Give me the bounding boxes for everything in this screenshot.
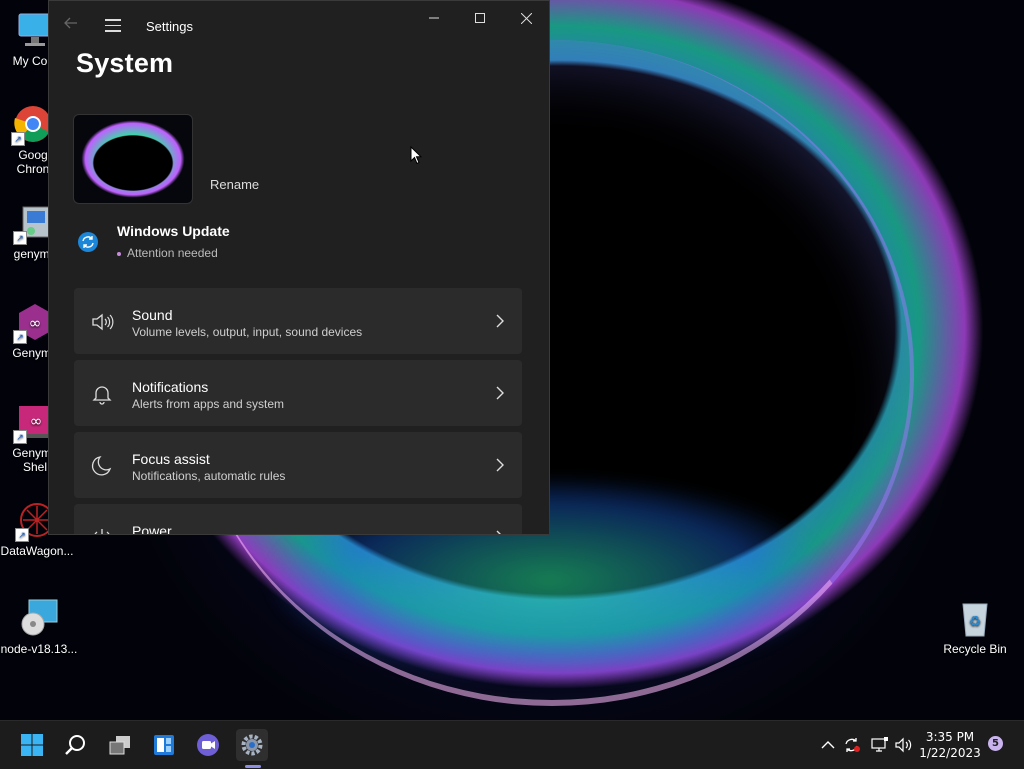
search-button[interactable] bbox=[60, 729, 92, 761]
settings-card-sound[interactable]: Sound Volume levels, output, input, soun… bbox=[74, 288, 522, 354]
desktop-icon-label: DataWagon... bbox=[0, 544, 74, 558]
show-hidden-icons-button[interactable] bbox=[820, 737, 838, 753]
network-tray-button[interactable] bbox=[871, 737, 889, 753]
back-arrow-icon[interactable] bbox=[63, 15, 83, 35]
device-wallpaper-thumbnail bbox=[73, 114, 193, 204]
recycle-bin-icon: ♻ bbox=[955, 598, 995, 638]
task-view-button[interactable] bbox=[104, 729, 136, 761]
chrome-icon: ↗ bbox=[11, 104, 53, 146]
chevron-right-icon bbox=[494, 529, 506, 534]
clock-time: 3:35 PM bbox=[925, 730, 975, 744]
chevron-up-icon bbox=[821, 741, 835, 749]
shortcut-arrow-icon: ↗ bbox=[13, 231, 27, 245]
rename-link[interactable]: Rename bbox=[210, 177, 259, 192]
maximize-button[interactable] bbox=[457, 1, 503, 35]
search-icon bbox=[65, 735, 85, 755]
speaker-icon bbox=[90, 310, 114, 334]
volume-tray-button[interactable] bbox=[895, 737, 913, 753]
chevron-right-icon bbox=[494, 385, 506, 401]
teams-chat-button[interactable] bbox=[192, 729, 224, 761]
minimize-icon bbox=[429, 17, 439, 19]
network-monitor-icon bbox=[871, 737, 888, 752]
card-description: Alerts from apps and system bbox=[132, 397, 285, 411]
desktop-icon-label: node-v18.13... bbox=[0, 642, 78, 656]
widgets-icon bbox=[154, 735, 174, 755]
notification-count-badge[interactable]: 5 bbox=[988, 736, 1003, 751]
card-description: Notifications, automatic rules bbox=[132, 469, 286, 483]
clock-date: 1/22/2023 bbox=[919, 746, 981, 760]
windows-logo-icon bbox=[21, 734, 43, 756]
gear-icon bbox=[241, 734, 263, 756]
card-title: Power bbox=[132, 523, 172, 535]
desktop-icon-label: Recycle Bin bbox=[943, 642, 1007, 656]
hamburger-menu-icon[interactable] bbox=[103, 15, 123, 35]
card-title: Notifications bbox=[132, 379, 209, 395]
settings-taskbar-button[interactable] bbox=[236, 729, 268, 761]
close-button[interactable] bbox=[503, 1, 549, 35]
volume-icon bbox=[895, 737, 912, 753]
svg-text:♻: ♻ bbox=[969, 614, 982, 630]
status-text: Attention needed bbox=[127, 246, 218, 260]
svg-text:∞: ∞ bbox=[29, 314, 42, 332]
shortcut-arrow-icon: ↗ bbox=[11, 132, 25, 146]
windows-update-sync-icon bbox=[77, 231, 99, 253]
page-title: System bbox=[76, 48, 174, 78]
power-icon bbox=[90, 526, 114, 534]
chevron-right-icon bbox=[494, 313, 506, 329]
desktop-icon-node-installer[interactable]: node-v18.13... bbox=[0, 598, 78, 656]
card-title: Focus assist bbox=[132, 451, 210, 467]
task-view-icon bbox=[109, 736, 130, 755]
shortcut-arrow-icon: ↗ bbox=[15, 528, 29, 542]
chat-camera-icon bbox=[197, 734, 219, 756]
svg-text:∞: ∞ bbox=[30, 412, 43, 430]
close-icon bbox=[520, 12, 532, 24]
settings-card-focus-assist[interactable]: Focus assist Notifications, automatic ru… bbox=[74, 432, 522, 498]
settings-card-notifications[interactable]: Notifications Alerts from apps and syste… bbox=[74, 360, 522, 426]
title-bar[interactable]: Settings bbox=[49, 1, 549, 49]
settings-window: Settings System Rename Windows Update At… bbox=[48, 0, 550, 535]
card-description: Volume levels, output, input, sound devi… bbox=[132, 325, 363, 339]
minimize-button[interactable] bbox=[411, 1, 457, 35]
shortcut-arrow-icon: ↗ bbox=[13, 430, 27, 444]
widgets-button[interactable] bbox=[148, 729, 180, 761]
taskbar-clock[interactable]: 3:35 PM 1/22/2023 bbox=[918, 729, 982, 761]
bell-icon bbox=[90, 382, 114, 406]
windows-update-status-text: Attention needed bbox=[117, 246, 218, 260]
chevron-right-icon bbox=[494, 457, 506, 473]
mouse-pointer-icon bbox=[410, 145, 423, 165]
update-sync-icon bbox=[845, 738, 860, 752]
taskbar: 3:35 PM 1/22/2023 bbox=[0, 720, 1024, 769]
update-tray-button[interactable] bbox=[843, 737, 861, 753]
desktop-icon-recycle-bin[interactable]: ♻ Recycle Bin bbox=[936, 598, 1014, 656]
card-title: Sound bbox=[132, 307, 173, 323]
disc-installer-icon bbox=[19, 598, 59, 638]
settings-card-power[interactable]: Power bbox=[74, 504, 522, 535]
attention-dot-icon bbox=[117, 251, 121, 256]
maximize-icon bbox=[475, 13, 485, 23]
windows-update-title: Windows Update bbox=[117, 223, 230, 239]
moon-icon bbox=[90, 454, 114, 478]
shortcut-arrow-icon: ↗ bbox=[13, 330, 27, 344]
start-button[interactable] bbox=[16, 729, 48, 761]
window-title: Settings bbox=[146, 19, 193, 34]
